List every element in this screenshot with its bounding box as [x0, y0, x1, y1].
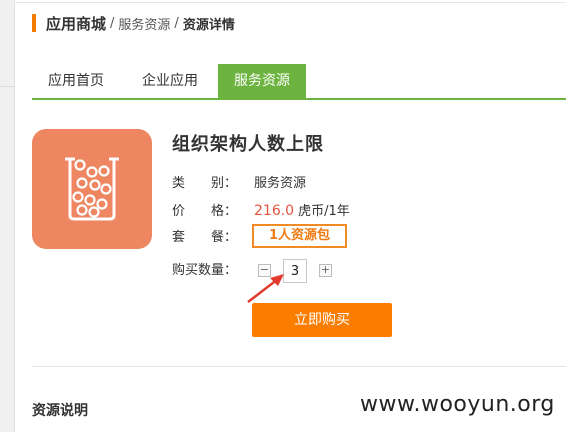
category-label: 类 别：	[172, 176, 238, 191]
breadcrumb-separator: /	[110, 15, 115, 31]
resource-description-heading: 资源说明	[32, 403, 88, 419]
test-tube-beads-icon	[65, 157, 119, 221]
left-panel-edge	[0, 0, 15, 432]
product-title: 组织架构人数上限	[172, 134, 324, 155]
section-divider	[32, 366, 566, 367]
package-row: 套 餐：	[172, 226, 254, 245]
breadcrumb-separator: /	[174, 15, 179, 31]
breadcrumb-accent-bar	[32, 14, 36, 32]
breadcrumb-current: 资源详情	[182, 17, 235, 33]
price-value: 216.0	[254, 203, 295, 219]
tab-service-resources[interactable]: 服务资源	[218, 64, 306, 98]
top-border	[14, 2, 566, 3]
breadcrumb-level1[interactable]: 服务资源	[118, 14, 170, 33]
breadcrumb: 应用商城 / 服务资源 / 资源详情	[32, 12, 235, 34]
watermark: www.wooyun.org	[360, 392, 555, 417]
package-label: 套 餐：	[172, 230, 238, 245]
price-unit: 虎币/1年	[298, 204, 350, 219]
quantity-label: 购买数量：	[172, 263, 238, 278]
tab-app-home[interactable]: 应用首页	[32, 64, 120, 98]
product-icon	[32, 129, 152, 249]
quantity-increment-button[interactable]: +	[319, 264, 332, 277]
buy-now-button[interactable]: 立即购买	[252, 303, 392, 337]
category-row: 类 别： 服务资源	[172, 172, 306, 191]
left-panel-divider	[0, 86, 14, 87]
breadcrumb-root[interactable]: 应用商城	[46, 13, 106, 34]
price-row: 价 格： 216.0 虎币/1年	[172, 200, 350, 219]
category-value: 服务资源	[254, 176, 307, 191]
category-tabs: 应用首页 企业应用 服务资源	[32, 64, 566, 100]
package-option-selected[interactable]: 1人资源包	[252, 224, 347, 248]
price-label: 价 格：	[172, 204, 238, 219]
tab-enterprise-apps[interactable]: 企业应用	[126, 64, 214, 98]
